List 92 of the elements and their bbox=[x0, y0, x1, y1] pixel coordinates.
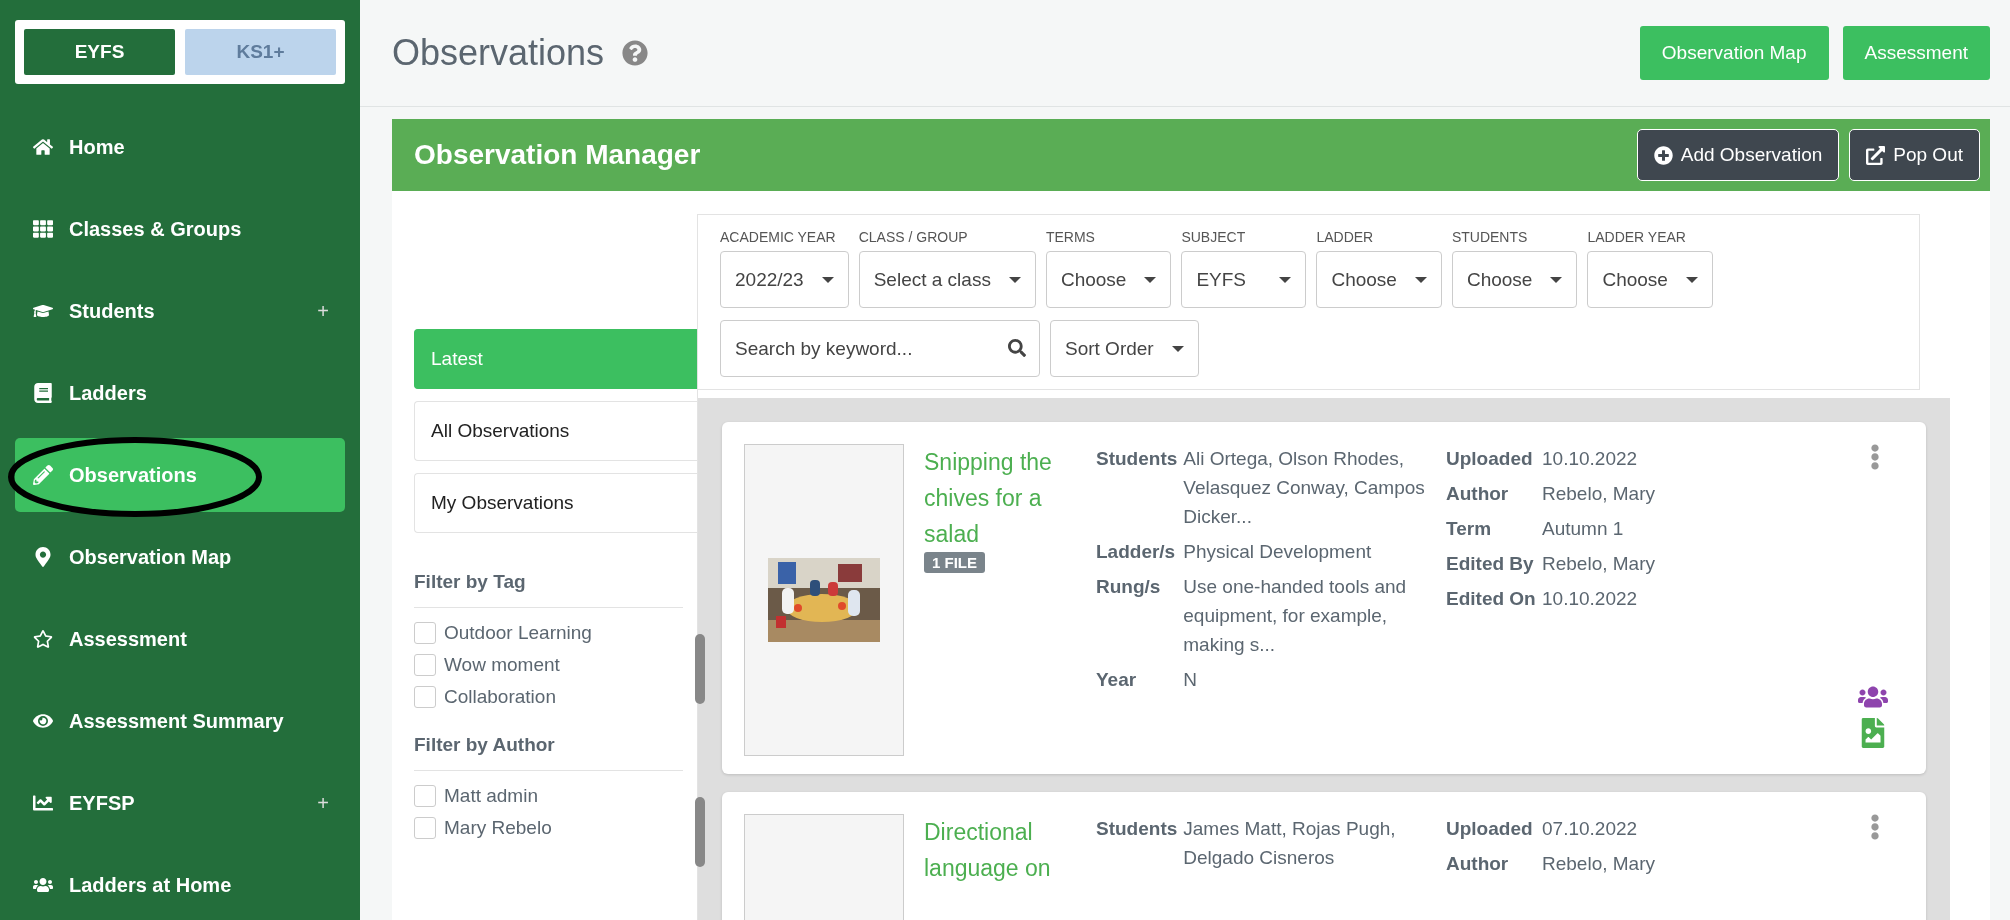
filter-option[interactable]: Mary Rebelo bbox=[414, 817, 552, 839]
detail-label: Students bbox=[1096, 817, 1179, 841]
meta-value: Rebelo, Mary bbox=[1542, 552, 1656, 576]
filter-label: CLASS / GROUP bbox=[858, 229, 969, 245]
detail-label: Rung/s bbox=[1096, 575, 1162, 599]
caret-icon bbox=[1550, 276, 1563, 283]
caret-icon bbox=[1414, 276, 1427, 283]
meta-label: Author bbox=[1446, 852, 1510, 876]
view-tab[interactable]: All Observations bbox=[414, 401, 697, 461]
file-count: 1 FILE bbox=[924, 552, 985, 573]
caret-icon bbox=[1279, 276, 1292, 283]
caret-icon bbox=[1685, 276, 1698, 283]
page-title: Observations bbox=[392, 32, 605, 74]
filter-label: SUBJECT bbox=[1181, 229, 1247, 245]
users-icon bbox=[31, 875, 55, 895]
line-chart-icon bbox=[31, 793, 55, 813]
grid-icon bbox=[31, 219, 55, 239]
filter-group-title: Filter by Author bbox=[414, 734, 683, 771]
filter-option[interactable]: Wow moment bbox=[414, 654, 560, 676]
eye-icon bbox=[31, 711, 55, 731]
panel-button[interactable]: Pop Out bbox=[1849, 129, 1980, 181]
meta-label: Edited On bbox=[1446, 587, 1537, 611]
sidebar-item[interactable]: Observation Map bbox=[15, 520, 345, 594]
sidebar-item[interactable]: Home bbox=[15, 110, 345, 184]
filter-option[interactable]: Collaboration bbox=[414, 686, 556, 708]
meta-value: Rebelo, Mary bbox=[1542, 852, 1656, 876]
scrollbar-thumb[interactable] bbox=[695, 797, 705, 867]
sidebar-item[interactable]: Ladders at Home bbox=[15, 848, 345, 920]
checkbox[interactable] bbox=[414, 654, 436, 676]
home-icon bbox=[31, 137, 55, 157]
caret-icon bbox=[821, 276, 834, 283]
sidebar-item[interactable]: EYFSP + bbox=[15, 766, 345, 840]
scrollbar-thumb[interactable] bbox=[695, 634, 705, 704]
external-link-icon bbox=[1866, 145, 1886, 165]
meta-value: Autumn 1 bbox=[1542, 517, 1625, 541]
checkbox[interactable] bbox=[414, 686, 436, 708]
star-icon bbox=[31, 629, 55, 649]
level-toggle-button[interactable]: EYFS bbox=[24, 29, 175, 75]
expand-icon[interactable]: + bbox=[317, 791, 329, 815]
search-icon bbox=[1008, 339, 1026, 357]
meta-value: Rebelo, Mary bbox=[1542, 482, 1656, 506]
sidebar-item[interactable]: Students + bbox=[15, 274, 345, 348]
sidebar-item[interactable]: Assessment Summary bbox=[15, 684, 345, 758]
sort-select[interactable]: Sort Order bbox=[1050, 320, 1199, 377]
filter-label: LADDER bbox=[1316, 229, 1375, 245]
filter-option[interactable]: Matt admin bbox=[414, 785, 538, 807]
meta-label: Author bbox=[1446, 482, 1510, 506]
filter-label: TERMS bbox=[1045, 229, 1096, 245]
detail-label: Year bbox=[1096, 668, 1138, 692]
detail-value: N bbox=[1183, 668, 1198, 692]
meta-label: Uploaded bbox=[1446, 817, 1534, 841]
filter-select[interactable]: Choose bbox=[1045, 251, 1172, 308]
detail-label: Students bbox=[1096, 447, 1179, 471]
search-field[interactable]: Search by keyword... bbox=[720, 320, 1040, 377]
filter-select[interactable]: Choose bbox=[1451, 251, 1578, 308]
filter-select[interactable]: EYFS bbox=[1181, 251, 1307, 308]
help-icon[interactable] bbox=[622, 40, 649, 66]
sidebar-item[interactable]: Ladders bbox=[15, 356, 345, 430]
expand-icon[interactable]: + bbox=[317, 299, 329, 323]
sidebar-item[interactable]: Classes & Groups bbox=[15, 192, 345, 266]
filter-label: LADDER YEAR bbox=[1587, 229, 1687, 245]
filter-label: ACADEMIC YEAR bbox=[720, 229, 837, 245]
filter-option[interactable]: Outdoor Learning bbox=[414, 622, 592, 644]
filter-select[interactable]: Select a class bbox=[858, 251, 1036, 308]
meta-label: Edited By bbox=[1446, 552, 1535, 576]
sidebar-item[interactable]: Assessment bbox=[15, 602, 345, 676]
meta-label: Term bbox=[1446, 517, 1493, 541]
book-icon bbox=[31, 383, 55, 403]
filter-select[interactable]: Choose bbox=[1587, 251, 1713, 308]
checkbox[interactable] bbox=[414, 622, 436, 644]
filter-group-title: Filter by Tag bbox=[414, 571, 683, 608]
panel-button[interactable]: Add Observation bbox=[1636, 129, 1840, 181]
caret-icon bbox=[1144, 276, 1157, 283]
detail-value: Physical Development bbox=[1183, 540, 1373, 564]
panel-title: Observation Manager bbox=[414, 139, 702, 171]
view-tab[interactable]: My Observations bbox=[414, 473, 697, 533]
meta-label: Uploaded bbox=[1446, 447, 1534, 471]
pencil-icon bbox=[31, 465, 55, 485]
detail-value: James Matt, Rojas Pugh, Delgado Cisneros bbox=[1183, 817, 1397, 870]
filter-select[interactable]: 2022/23 bbox=[720, 251, 849, 308]
detail-value: Ali Ortega, Olson Rhodes, Velasquez Conway, Campos Dicker... bbox=[1183, 447, 1426, 529]
meta-value: 10.10.2022 bbox=[1542, 587, 1639, 611]
caret-icon bbox=[1008, 276, 1021, 283]
meta-value: 07.10.2022 bbox=[1542, 817, 1639, 841]
checkbox[interactable] bbox=[414, 817, 436, 839]
detail-value: Use one-handed tools and equipment, for example, making s... bbox=[1183, 575, 1408, 657]
checkbox[interactable] bbox=[414, 785, 436, 807]
caret-icon bbox=[1171, 345, 1184, 352]
detail-label: Ladder/s bbox=[1096, 540, 1177, 564]
filter-label: STUDENTS bbox=[1451, 229, 1529, 245]
meta-value: 10.10.2022 bbox=[1542, 447, 1639, 471]
filter-select[interactable]: Choose bbox=[1316, 251, 1442, 308]
